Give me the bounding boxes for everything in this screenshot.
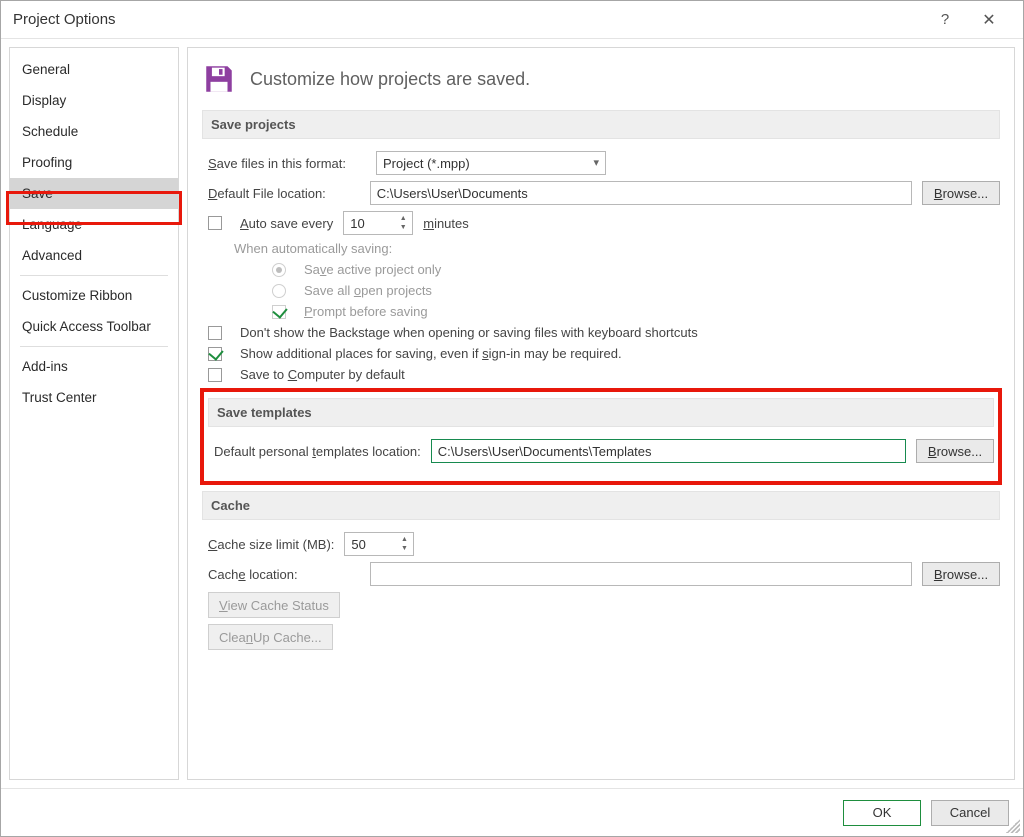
dialog-body: General Display Schedule Proofing Save L… [1, 39, 1023, 788]
templates-location-input[interactable]: C:\Users\User\Documents\Templates [431, 439, 906, 463]
sidebar-item-display[interactable]: Display [10, 85, 178, 116]
browse-templates-button[interactable]: Browse... [916, 439, 994, 463]
sidebar-item-save[interactable]: Save [10, 178, 178, 209]
save-to-computer-checkbox[interactable] [208, 368, 222, 382]
close-icon[interactable]: ✕ [967, 10, 1011, 30]
sidebar-item-addins[interactable]: Add-ins [10, 351, 178, 382]
save-format-label: Save files in this format: [208, 156, 346, 171]
radio-save-all-open-label: Save all open projects [304, 283, 432, 298]
minutes-label: minutes [423, 216, 469, 231]
sidebar-item-quick-access-toolbar[interactable]: Quick Access Toolbar [10, 311, 178, 342]
section-cache: Cache [202, 491, 1000, 520]
titlebar: Project Options ? ✕ [1, 1, 1023, 39]
options-content: Customize how projects are saved. Save p… [187, 47, 1015, 780]
chevron-down-icon: ▾ [593, 156, 599, 169]
sidebar-item-schedule[interactable]: Schedule [10, 116, 178, 147]
dont-show-backstage-label: Don't show the Backstage when opening or… [240, 325, 698, 340]
section-save-templates: Save templates [208, 398, 994, 427]
cache-location-input[interactable] [370, 562, 912, 586]
sidebar-item-proofing[interactable]: Proofing [10, 147, 178, 178]
sidebar-item-customize-ribbon[interactable]: Customize Ribbon [10, 280, 178, 311]
help-icon[interactable]: ? [923, 11, 967, 28]
sidebar-item-trust-center[interactable]: Trust Center [10, 382, 178, 413]
section-save-projects: Save projects [202, 110, 1000, 139]
dialog-title: Project Options [13, 11, 923, 28]
sidebar-item-language[interactable]: Language [10, 209, 178, 240]
page-header: Customize how projects are saved. [202, 62, 1000, 96]
sidebar-item-general[interactable]: General [10, 54, 178, 85]
ok-button[interactable]: OK [843, 800, 921, 826]
prompt-before-save-label: Prompt before saving [304, 304, 428, 319]
dont-show-backstage-checkbox[interactable] [208, 326, 222, 340]
templates-location-label: Default personal templates location: [214, 444, 421, 459]
save-to-computer-label: Save to Computer by default [240, 367, 405, 382]
cancel-button[interactable]: Cancel [931, 800, 1009, 826]
radio-save-active-only-label: Save active project only [304, 262, 441, 277]
default-location-label: Default File location: [208, 186, 326, 201]
save-format-value: Project (*.mpp) [383, 156, 470, 171]
spin-buttons-icon[interactable]: ▲▼ [396, 213, 410, 233]
default-location-input[interactable]: C:\Users\User\Documents [370, 181, 912, 205]
spin-buttons-icon[interactable]: ▲▼ [397, 534, 411, 554]
browse-default-location-button[interactable]: Browse... [922, 181, 1000, 205]
browse-cache-button[interactable]: Browse... [922, 562, 1000, 586]
clean-up-cache-button: Clean Up Cache... [208, 624, 333, 650]
cache-size-label: Cache size limit (MB): [208, 537, 334, 552]
cache-size-spin[interactable]: 50 ▲▼ [344, 532, 414, 556]
save-floppy-icon [202, 62, 236, 96]
resize-grip-icon[interactable] [1006, 819, 1020, 833]
radio-save-all-open [272, 284, 286, 298]
autosave-label: Auto save every [240, 216, 333, 231]
show-additional-places-label: Show additional places for saving, even … [240, 346, 622, 361]
page-heading: Customize how projects are saved. [250, 69, 530, 90]
show-additional-places-checkbox[interactable] [208, 347, 222, 361]
autosave-checkbox[interactable] [208, 216, 222, 230]
sidebar-separator [20, 275, 168, 276]
radio-save-active-only [272, 263, 286, 277]
options-dialog: Project Options ? ✕ General Display Sche… [0, 0, 1024, 837]
save-format-combo[interactable]: Project (*.mpp) ▾ [376, 151, 606, 175]
when-auto-label: When automatically saving: [234, 241, 392, 256]
category-sidebar: General Display Schedule Proofing Save L… [9, 47, 179, 780]
highlight-annotation-templates: Save templates Default personal template… [200, 388, 1002, 485]
view-cache-status-button: View Cache Status [208, 592, 340, 618]
dialog-footer: OK Cancel [1, 788, 1023, 836]
prompt-before-save-checkbox [272, 305, 286, 319]
autosave-minutes-spin[interactable]: 10 ▲▼ [343, 211, 413, 235]
sidebar-separator [20, 346, 168, 347]
sidebar-item-advanced[interactable]: Advanced [10, 240, 178, 271]
cache-location-label: Cache location: [208, 567, 298, 582]
